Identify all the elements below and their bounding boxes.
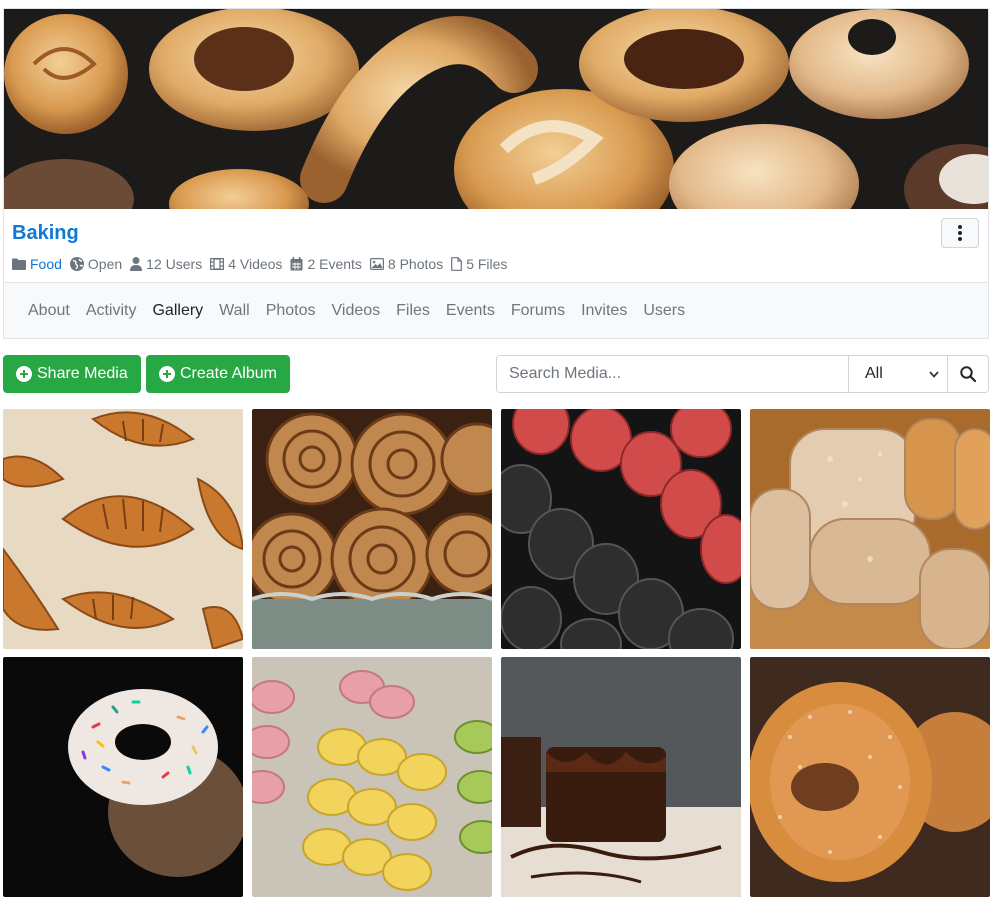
photos-label: 8 Photos (387, 256, 444, 272)
magnifier-icon (960, 366, 976, 382)
gallery-photo-bread[interactable] (750, 409, 990, 649)
tab-photos[interactable]: Photos (266, 302, 316, 320)
users-label: 12 Users (146, 256, 203, 272)
events-count: 2 Events (290, 256, 362, 272)
tab-invites[interactable]: Invites (581, 302, 627, 320)
tab-wall[interactable]: Wall (219, 302, 250, 320)
share-media-label: Share Media (37, 365, 128, 382)
filter-selected-value: All (865, 365, 883, 382)
calendar-icon (290, 257, 303, 271)
file-icon (451, 257, 463, 271)
tab-activity[interactable]: Activity (86, 302, 137, 320)
events-label: 2 Events (307, 256, 362, 272)
gallery-photo-sugar-donut[interactable] (750, 657, 990, 897)
tab-gallery[interactable]: Gallery (152, 302, 203, 320)
users-count: 12 Users (130, 256, 202, 272)
gallery-photo-brownie[interactable] (501, 657, 741, 897)
group-options-button[interactable] (941, 218, 979, 248)
cover-image (4, 9, 988, 209)
user-icon (130, 257, 143, 271)
media-type-select[interactable]: All (849, 356, 948, 392)
film-icon (210, 258, 225, 270)
gallery-photo-croissants[interactable] (3, 409, 243, 649)
globe-icon (69, 257, 84, 271)
group-header-card: Baking Food Open 12 Users 4 Videos 2 Eve… (3, 8, 989, 339)
group-tabs: About Activity Gallery Wall Photos Video… (4, 282, 988, 338)
group-meta: Food Open 12 Users 4 Videos 2 Events 8 P… (12, 256, 515, 272)
videos-count: 4 Videos (210, 256, 282, 272)
tab-forums[interactable]: Forums (511, 302, 565, 320)
create-album-label: Create Album (180, 365, 277, 382)
privacy-status: Open (69, 256, 123, 272)
files-label: 5 Files (466, 256, 508, 272)
plus-circle-icon (159, 366, 175, 382)
tab-about[interactable]: About (28, 302, 70, 320)
vertical-dots-icon (958, 225, 962, 241)
tab-users[interactable]: Users (643, 302, 685, 320)
group-title[interactable]: Baking (12, 222, 79, 245)
gallery-photo-macarons[interactable] (501, 409, 741, 649)
tab-files[interactable]: Files (396, 302, 430, 320)
share-media-button[interactable]: Share Media (3, 355, 141, 393)
category-link[interactable]: Food (12, 256, 62, 272)
gallery-photo-macaron-display[interactable] (252, 657, 492, 897)
search-button[interactable] (948, 356, 988, 392)
media-search-group: All (496, 355, 989, 393)
gallery-photo-cinnamon-rolls[interactable] (252, 409, 492, 649)
image-icon (369, 258, 384, 270)
chevron-down-icon (929, 370, 939, 378)
privacy-label: Open (87, 256, 123, 272)
videos-label: 4 Videos (228, 256, 283, 272)
search-input[interactable] (497, 356, 849, 392)
create-album-button[interactable]: Create Album (146, 355, 290, 393)
category-label: Food (30, 256, 62, 272)
gallery-photo-sprinkle-donut[interactable] (3, 657, 243, 897)
files-count: 5 Files (451, 256, 507, 272)
folder-icon (12, 258, 26, 270)
tab-events[interactable]: Events (446, 302, 495, 320)
plus-circle-icon (16, 366, 32, 382)
photos-count: 8 Photos (369, 256, 444, 272)
tab-videos[interactable]: Videos (332, 302, 381, 320)
